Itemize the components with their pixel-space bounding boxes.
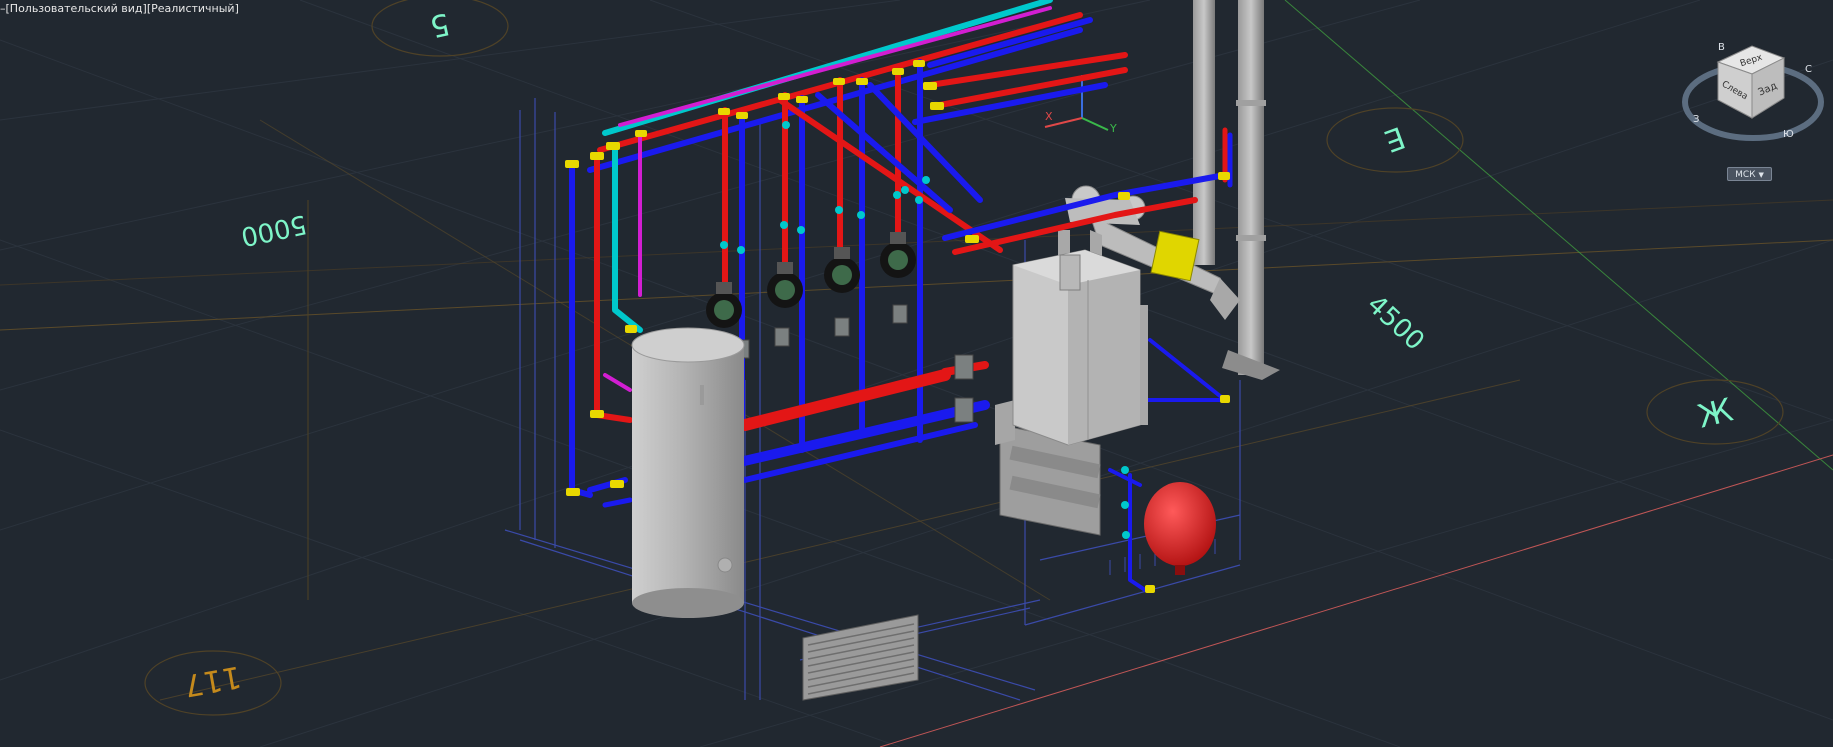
gas-boiler — [1012, 249, 1148, 446]
view-control[interactable]: [Пользовательский вид] — [6, 2, 147, 15]
compass-north[interactable]: С — [1805, 64, 1812, 75]
room-number-label: 117 — [181, 658, 243, 702]
axis-marker-5: 5 — [371, 0, 509, 57]
svg-text:Y: Y — [1109, 122, 1117, 135]
axis-marker-e: Е — [1326, 107, 1464, 173]
ventilation-grille — [802, 614, 919, 701]
dimension-5000: 5000 — [238, 208, 309, 251]
circulation-pumps — [706, 232, 916, 328]
model-space[interactable]: 5 Е Ж 117 5000 4500 X Y Верх Слева Зад С… — [0, 0, 1833, 747]
chevron-down-icon: ▼ — [1758, 171, 1764, 179]
viewport-controls[interactable]: –[Пользовательский вид][Реалистичный] — [0, 2, 239, 15]
compass-west[interactable]: З — [1693, 114, 1699, 125]
dimension-4500: 4500 — [1361, 290, 1430, 357]
compass-south[interactable]: Ю — [1783, 129, 1794, 140]
water-heater-tank — [631, 327, 745, 618]
axis-label-5: 5 — [427, 5, 453, 43]
axis-marker-zh: Ж — [1646, 379, 1784, 445]
visual-style-control[interactable]: [Реалистичный] — [147, 2, 239, 15]
viewcube[interactable]: Верх Слева Зад С З Ю В — [1682, 42, 1824, 141]
room-marker: 117 — [144, 650, 282, 716]
axis-label-e: Е — [1380, 119, 1410, 158]
compass-east[interactable]: В — [1718, 42, 1725, 53]
mixing-valves — [734, 304, 974, 423]
ucs-menu-label: МСК — [1735, 170, 1756, 180]
axis-label-zh: Ж — [1694, 390, 1737, 435]
ucs-menu-button[interactable]: МСК ▼ — [1727, 167, 1772, 181]
svg-text:X: X — [1045, 110, 1053, 123]
drawing-viewport[interactable]: 5 Е Ж 117 5000 4500 X Y Верх Слева Зад С… — [0, 0, 1833, 747]
chimney — [1193, 0, 1280, 380]
